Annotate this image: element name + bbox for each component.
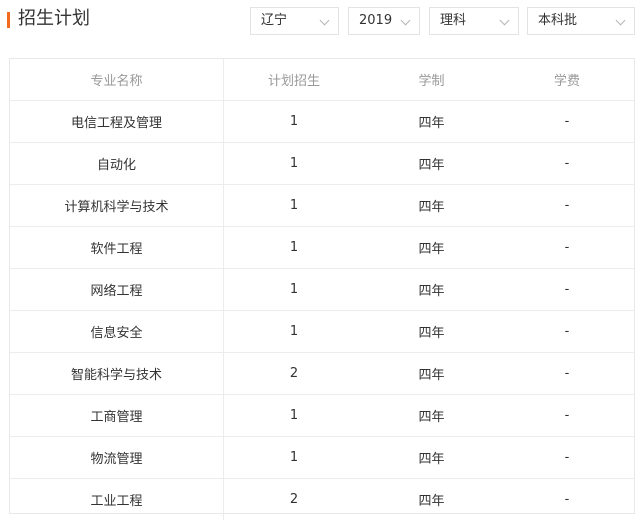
batch-select[interactable]: 本科批 <box>527 7 635 35</box>
table-row: 电信工程及管理 1 四年 - <box>10 100 635 143</box>
column-header-fee: 学费 <box>499 59 635 101</box>
fee-cell: - <box>499 184 635 227</box>
major-cell: 电信工程及管理 <box>10 100 224 143</box>
major-cell: 智能科学与技术 <box>10 352 224 395</box>
fee-cell: - <box>499 310 635 353</box>
major-cell: 工商管理 <box>10 394 224 437</box>
plan-cell: 1 <box>223 142 364 185</box>
fee-cell: - <box>499 226 635 269</box>
year-select-value: 2019 <box>359 13 393 28</box>
batch-select-value: 本科批 <box>538 13 578 28</box>
fee-cell: - <box>499 100 635 143</box>
plan-cell: 1 <box>223 394 364 437</box>
table-row: 智能科学与技术 2 四年 - <box>10 352 635 395</box>
column-header-duration: 学制 <box>364 59 499 101</box>
major-cell: 网络工程 <box>10 268 224 311</box>
duration-cell: 四年 <box>364 436 499 479</box>
major-cell: 物流管理 <box>10 436 224 479</box>
province-select[interactable]: 辽宁 <box>250 7 339 35</box>
duration-cell: 四年 <box>364 142 499 185</box>
plan-cell: 1 <box>223 436 364 479</box>
fee-cell: - <box>499 142 635 185</box>
header: 招生计划 辽宁 2019 理科 本科批 <box>0 0 642 44</box>
duration-cell: 四年 <box>364 352 499 395</box>
major-cell: 工业工程 <box>10 478 224 520</box>
plan-cell: 1 <box>223 268 364 311</box>
chevron-down-icon <box>400 15 411 26</box>
duration-cell: 四年 <box>364 310 499 353</box>
subject-select[interactable]: 理科 <box>429 7 519 35</box>
page-title: 招生计划 <box>18 8 90 29</box>
major-cell: 信息安全 <box>10 310 224 353</box>
major-cell: 计算机科学与技术 <box>10 184 224 227</box>
plan-cell: 1 <box>223 226 364 269</box>
table-row: 软件工程 1 四年 - <box>10 226 635 269</box>
chevron-down-icon <box>615 15 626 26</box>
plan-cell: 2 <box>223 352 364 395</box>
fee-cell: - <box>499 352 635 395</box>
duration-cell: 四年 <box>364 184 499 227</box>
chevron-down-icon <box>499 15 510 26</box>
table-row: 自动化 1 四年 - <box>10 142 635 185</box>
table-row: 工商管理 1 四年 - <box>10 394 635 437</box>
duration-cell: 四年 <box>364 394 499 437</box>
table-row: 计算机科学与技术 1 四年 - <box>10 184 635 227</box>
major-cell: 自动化 <box>10 142 224 185</box>
plan-cell: 2 <box>289 492 299 507</box>
column-header-plan: 计划招生 <box>223 59 364 101</box>
column-header-major: 专业名称 <box>10 59 224 101</box>
subject-select-value: 理科 <box>440 13 467 28</box>
duration-cell: 四年 <box>418 494 445 509</box>
fee-cell: - <box>499 436 635 479</box>
fee-cell: - <box>564 492 570 507</box>
title-accent-bar <box>7 12 10 28</box>
plan-cell: 1 <box>223 100 364 143</box>
year-select[interactable]: 2019 <box>348 7 420 35</box>
province-select-value: 辽宁 <box>261 13 288 28</box>
table-row: 物流管理 1 四年 - <box>10 436 635 479</box>
plan-cell: 1 <box>223 184 364 227</box>
duration-cell: 四年 <box>364 268 499 311</box>
fee-cell: - <box>499 268 635 311</box>
enrollment-plan-table: 专业名称 计划招生 学制 学费 电信工程及管理 1 四年 - 自动化 1 四年 … <box>9 58 635 520</box>
major-cell: 软件工程 <box>10 226 224 269</box>
table-header-row: 专业名称 计划招生 学制 学费 <box>10 59 635 101</box>
plan-cell: 1 <box>223 310 364 353</box>
duration-cell: 四年 <box>364 226 499 269</box>
table-row: 工业工程 2 四年 - <box>10 478 635 520</box>
chevron-down-icon <box>319 15 330 26</box>
duration-cell: 四年 <box>364 100 499 143</box>
table-row: 信息安全 1 四年 - <box>10 310 635 353</box>
table-row: 网络工程 1 四年 - <box>10 268 635 311</box>
fee-cell: - <box>499 394 635 437</box>
